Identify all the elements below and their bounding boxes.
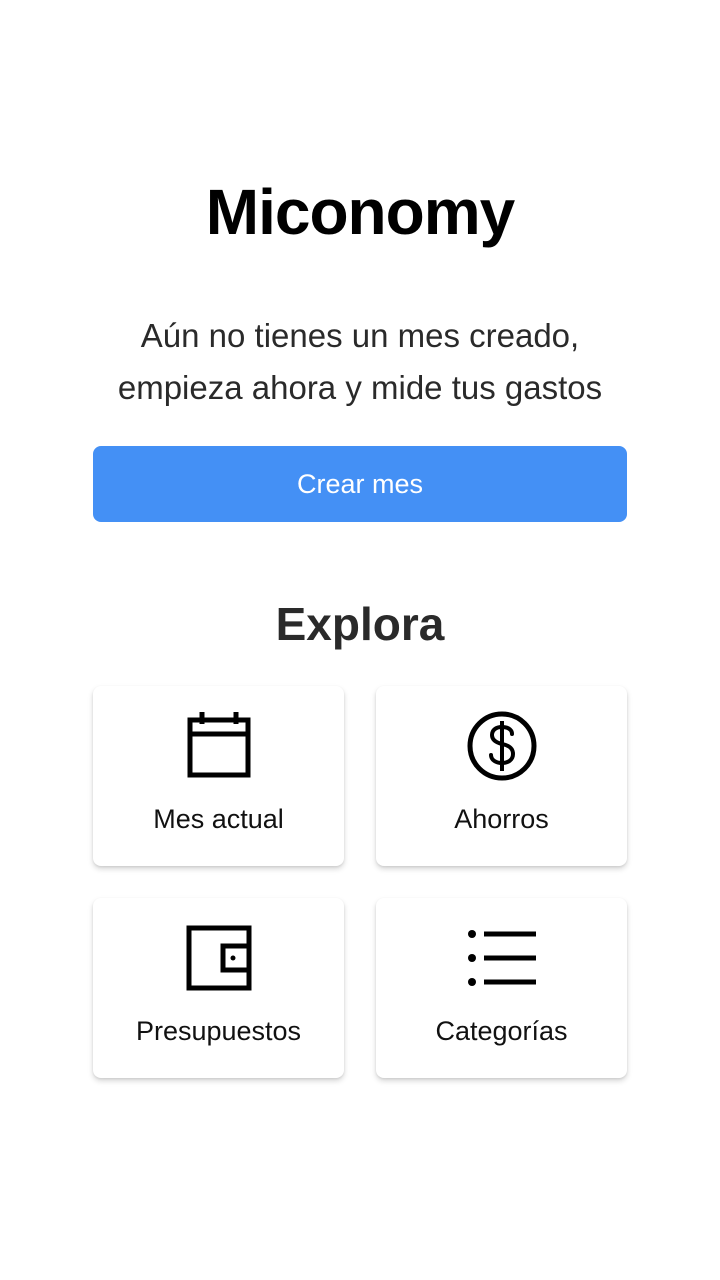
explore-card-current-month[interactable]: Mes actual	[93, 686, 344, 866]
app-title: Miconomy	[205, 176, 515, 248]
explore-title: Explora	[275, 598, 445, 650]
create-month-button[interactable]: Crear mes	[93, 446, 627, 522]
home-screen: Miconomy Aún no tienes un mes creado, em…	[0, 0, 720, 1280]
card-label: Ahorros	[454, 804, 549, 834]
wallet-icon	[183, 922, 255, 994]
explore-card-budgets[interactable]: Presupuestos	[93, 898, 344, 1078]
card-label: Presupuestos	[135, 1016, 302, 1046]
calendar-icon	[183, 710, 255, 782]
card-label: Mes actual	[153, 804, 284, 834]
explore-card-savings[interactable]: Ahorros	[376, 686, 627, 866]
list-icon	[466, 922, 538, 994]
explore-card-categories[interactable]: Categorías	[376, 898, 627, 1078]
empty-state-message: Aún no tienes un mes creado, empieza aho…	[60, 310, 660, 414]
dollar-circle-icon	[466, 710, 538, 782]
empty-state-line-1: Aún no tienes un mes creado,	[140, 317, 580, 354]
empty-state-line-2: empieza ahora y mide tus gastos	[117, 369, 603, 406]
card-label: Categorías	[435, 1016, 568, 1046]
